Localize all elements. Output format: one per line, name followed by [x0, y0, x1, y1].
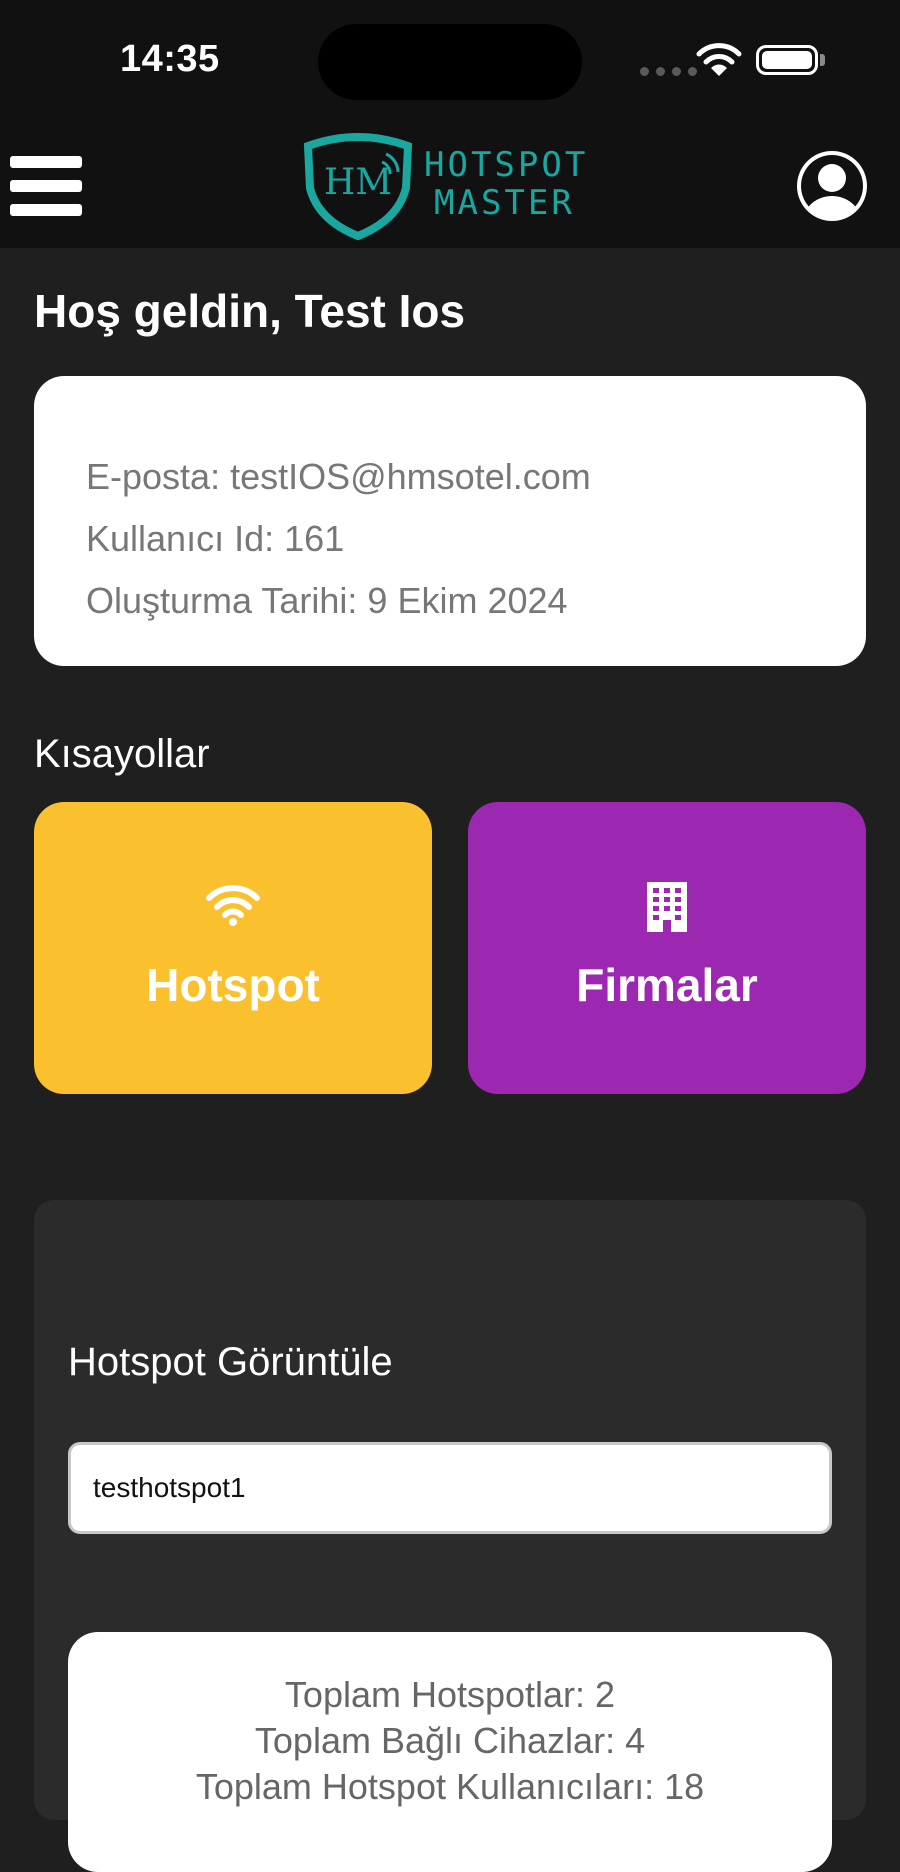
firms-shortcut-button[interactable]: Firmalar: [468, 802, 866, 1094]
greeting-title: Hoş geldin, Test Ios: [34, 285, 466, 337]
building-icon: [647, 882, 687, 932]
logo-wordmark: HOTSPOT MASTER: [424, 146, 588, 222]
shortcuts-title: Kısayollar: [34, 732, 210, 776]
hotspot-shortcut-button[interactable]: Hotspot: [34, 802, 432, 1094]
status-bar: 14:35: [0, 0, 900, 120]
wifi-status-icon: [696, 43, 742, 76]
logo-line1: HOTSPOT: [424, 145, 589, 185]
hotspot-master-logo: HM HOTSPOT MASTER: [300, 132, 600, 242]
hotspot-select-input[interactable]: [68, 1442, 832, 1534]
hotspot-stats-card: Toplam Hotspotlar: 2 Toplam Bağlı Cihazl…: [68, 1632, 832, 1872]
logo-line2: MASTER: [434, 183, 575, 223]
hotspot-shortcut-label: Hotspot: [146, 959, 320, 1011]
hotspot-view-panel: Hotspot Görüntüle Toplam Hotspotlar: 2 T…: [34, 1200, 866, 1872]
email-text: E-posta: testIOS@hmsotel.com: [86, 456, 591, 497]
cellular-signal-icon: [640, 67, 697, 76]
status-time: 14:35: [120, 38, 220, 80]
battery-icon: [756, 45, 818, 75]
wifi-icon: [206, 885, 260, 926]
user-id-text: Kullanıcı Id: 161: [86, 518, 345, 559]
total-connected-devices-text: Toplam Bağlı Cihazlar: 4: [254, 1720, 646, 1761]
firms-shortcut-label: Firmalar: [576, 959, 758, 1011]
battery-cap: [820, 54, 825, 66]
hotspot-view-title: Hotspot Görüntüle: [68, 1340, 393, 1384]
total-hotspots-text: Toplam Hotspotlar: 2: [284, 1674, 616, 1715]
shield-logo-icon: HM: [303, 133, 413, 240]
dynamic-island: [318, 24, 582, 100]
total-hotspot-users-text: Toplam Hotspot Kullanıcıları: 18: [195, 1766, 705, 1807]
logo-monogram: HM: [324, 162, 392, 203]
nav-bar: HM HOTSPOT MASTER: [0, 120, 900, 248]
user-circle-icon[interactable]: [794, 148, 870, 224]
creation-date-text: Oluşturma Tarihi: 9 Ekim 2024: [86, 580, 568, 621]
user-info-card: E-posta: testIOS@hmsotel.com Kullanıcı I…: [34, 376, 866, 666]
hamburger-menu-icon[interactable]: [10, 154, 84, 218]
